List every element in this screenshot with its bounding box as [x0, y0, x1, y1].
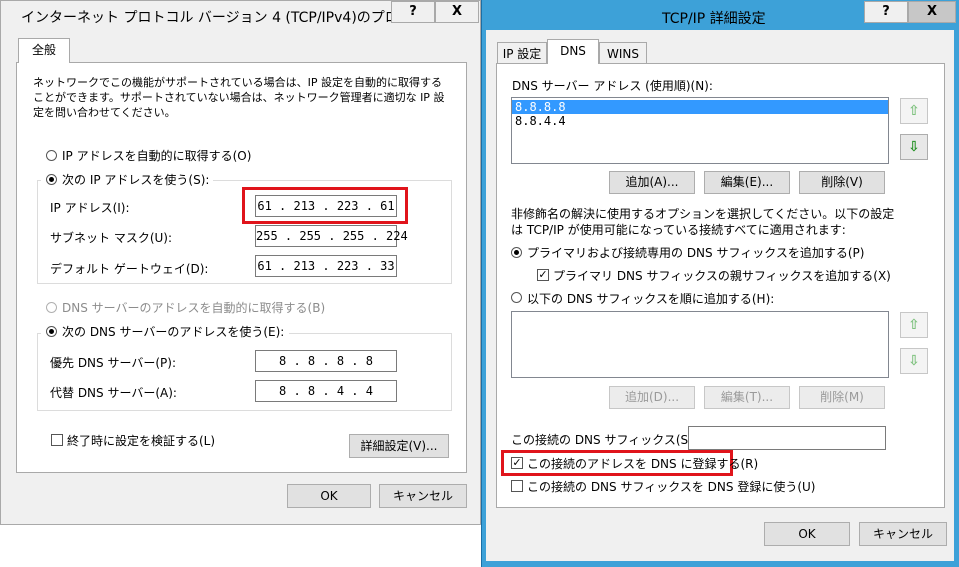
dns-preferred-label: 優先 DNS サーバー(P): [50, 356, 176, 370]
dns-manual-radio[interactable] [46, 326, 57, 337]
suffix-move-down-button[interactable]: ⇩ [900, 348, 928, 374]
arrow-down-icon: ⇩ [908, 139, 920, 155]
arrow-up-icon: ⇧ [908, 103, 920, 119]
conn-suffix-label: この接続の DNS サフィックス(S): [511, 433, 697, 447]
dns-manual-label[interactable]: 次の DNS サーバーのアドレスを使う(E): [62, 323, 284, 340]
use-suffix-checkbox[interactable] [511, 480, 523, 492]
add-suffix-button[interactable]: 追加(D)... [609, 386, 695, 409]
note-text: 非修飾名の解決に使用するオプションを選択してください。以下の設定は TCP/IP… [511, 207, 895, 237]
tab-wins[interactable]: WINS [599, 42, 647, 64]
arrow-down-icon: ⇩ [908, 353, 920, 369]
ip-auto-label[interactable]: IP アドレスを自動的に取得する(O) [62, 147, 251, 164]
dialog-client: IP 設定 DNS WINS DNS サーバー アドレス (使用順)(N): 8… [486, 30, 954, 561]
use-suffix-label[interactable]: この接続の DNS サフィックスを DNS 登録に使う(U) [527, 478, 815, 495]
tab-dns[interactable]: DNS [547, 39, 599, 64]
validate-label[interactable]: 終了時に設定を検証する(L) [67, 432, 215, 449]
register-checkbox[interactable]: ✓ [511, 457, 523, 469]
close-button[interactable]: X [908, 1, 956, 23]
ip-address-label: IP アドレス(I): [50, 201, 130, 215]
ipv4-properties-dialog: インターネット プロトコル バージョン 4 (TCP/IPv4)のプロパティ ?… [0, 0, 481, 525]
primary-suffix-radio[interactable] [511, 247, 522, 258]
ip-manual-radio[interactable] [46, 174, 57, 185]
dns-preferred-field[interactable]: 8 . 8 . 8 . 8 [255, 350, 397, 372]
parent-suffix-label[interactable]: プライマリ DNS サフィックスの親サフィックスを追加する(X) [553, 267, 891, 284]
gateway-label: デフォルト ゲートウェイ(D): [50, 262, 209, 276]
help-button[interactable]: ? [864, 1, 908, 23]
ip-manual-label[interactable]: 次の IP アドレスを使う(S): [62, 171, 209, 188]
dns-auto-label[interactable]: DNS サーバーのアドレスを自動的に取得する(B) [62, 299, 325, 316]
dialog-title: TCP/IP 詳細設定 [662, 11, 766, 27]
remove-suffix-button[interactable]: 削除(M) [799, 386, 885, 409]
ok-button[interactable]: OK [287, 484, 371, 508]
list-item[interactable]: 8.8.8.8 [512, 100, 888, 114]
edit-suffix-button[interactable]: 編集(T)... [704, 386, 790, 409]
suffix-list[interactable] [511, 311, 889, 378]
subnet-field[interactable]: 255 . 255 . 255 . 224 [255, 225, 408, 247]
dns-alternate-field[interactable]: 8 . 8 . 4 . 4 [255, 380, 397, 402]
suffix-order-label[interactable]: 以下の DNS サフィックスを順に追加する(H): [527, 290, 774, 307]
description-text: ネットワークでこの機能がサポートされている場合は、IP 設定を自動的に取得するこ… [33, 76, 445, 119]
help-button[interactable]: ? [391, 1, 435, 23]
validate-checkbox[interactable] [51, 434, 63, 446]
tab-general[interactable]: 全般 [18, 38, 70, 63]
dialog-title: インターネット プロトコル バージョン 4 (TCP/IPv4)のプロパティ [21, 10, 440, 26]
add-button[interactable]: 追加(A)... [609, 171, 695, 194]
close-button[interactable]: X [435, 1, 479, 23]
general-panel: ネットワークでこの機能がサポートされている場合は、IP 設定を自動的に取得するこ… [16, 62, 467, 473]
ip-auto-radio[interactable] [46, 150, 57, 161]
highlight-box [242, 187, 408, 224]
move-down-button[interactable]: ⇩ [900, 134, 928, 160]
tcpip-advanced-dialog: TCP/IP 詳細設定 ? X IP 設定 DNS WINS DNS サーバー … [481, 0, 959, 567]
dns-auto-radio[interactable] [46, 302, 57, 313]
dns-alternate-label: 代替 DNS サーバー(A): [50, 386, 177, 400]
list-item[interactable]: 8.8.4.4 [512, 114, 888, 128]
ok-button[interactable]: OK [764, 522, 850, 546]
dns-panel: DNS サーバー アドレス (使用順)(N): 8.8.8.8 8.8.4.4 … [496, 63, 945, 508]
remove-button[interactable]: 削除(V) [799, 171, 885, 194]
advanced-button[interactable]: 詳細設定(V)... [349, 434, 449, 458]
dns-server-list[interactable]: 8.8.8.8 8.8.4.4 [511, 97, 889, 164]
subnet-label: サブネット マスク(U): [50, 231, 173, 245]
gateway-field[interactable]: 61 . 213 . 223 . 33 [255, 255, 397, 277]
dns-list-label: DNS サーバー アドレス (使用順)(N): [512, 79, 713, 93]
arrow-up-icon: ⇧ [908, 317, 920, 333]
primary-suffix-label[interactable]: プライマリおよび接続専用の DNS サフィックスを追加する(P) [527, 244, 864, 261]
edit-button[interactable]: 編集(E)... [704, 171, 790, 194]
tab-ip-settings[interactable]: IP 設定 [497, 42, 547, 64]
suffix-order-radio[interactable] [511, 292, 522, 303]
register-label[interactable]: この接続のアドレスを DNS に登録する(R) [527, 455, 758, 472]
cancel-button[interactable]: キャンセル [859, 522, 947, 546]
move-up-button[interactable]: ⇧ [900, 98, 928, 124]
parent-suffix-checkbox[interactable]: ✓ [537, 269, 549, 281]
suffix-move-up-button[interactable]: ⇧ [900, 312, 928, 338]
cancel-button[interactable]: キャンセル [379, 484, 467, 508]
conn-suffix-field[interactable] [688, 426, 886, 450]
